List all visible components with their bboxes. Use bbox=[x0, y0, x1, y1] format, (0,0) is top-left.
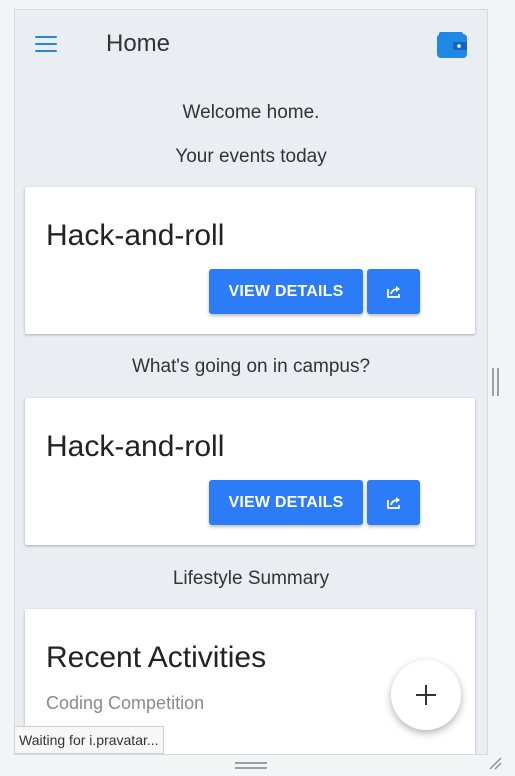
app-header: Home bbox=[15, 10, 487, 80]
hamburger-menu-icon[interactable] bbox=[35, 36, 57, 52]
recent-activity-item: Coding Competition bbox=[46, 693, 205, 713]
page-title: Home bbox=[106, 30, 171, 57]
event-title: Hack-and-roll bbox=[46, 219, 225, 252]
event-title: Hack-and-roll bbox=[46, 430, 225, 463]
event-card: Hack-and-roll VIEW DETAILS bbox=[25, 398, 475, 545]
view-details-button[interactable]: VIEW DETAILS bbox=[209, 269, 363, 314]
wallet-icon[interactable] bbox=[437, 32, 467, 63]
resize-grip-icon[interactable] bbox=[488, 756, 502, 775]
lifestyle-heading: Lifestyle Summary bbox=[172, 568, 330, 589]
share-button[interactable] bbox=[367, 480, 420, 525]
app-frame: Home Welcome home. Your events today Hac… bbox=[14, 9, 488, 755]
view-details-button[interactable]: VIEW DETAILS bbox=[209, 480, 363, 525]
share-icon bbox=[386, 496, 400, 509]
share-button[interactable] bbox=[367, 269, 420, 314]
bottom-resize-handle[interactable] bbox=[235, 762, 267, 770]
event-card: Hack-and-roll VIEW DETAILS bbox=[25, 187, 475, 334]
campus-heading: What's going on in campus? bbox=[131, 356, 371, 377]
welcome-text: Welcome home. bbox=[182, 102, 320, 123]
plus-icon bbox=[416, 685, 436, 705]
status-bar-tooltip: Waiting for i.pravatar... bbox=[14, 726, 164, 754]
recent-activities-title: Recent Activities bbox=[46, 641, 267, 674]
vertical-resize-handle[interactable] bbox=[492, 368, 500, 396]
add-button[interactable] bbox=[391, 660, 461, 730]
events-heading: Your events today bbox=[175, 146, 327, 167]
share-icon bbox=[386, 285, 400, 298]
